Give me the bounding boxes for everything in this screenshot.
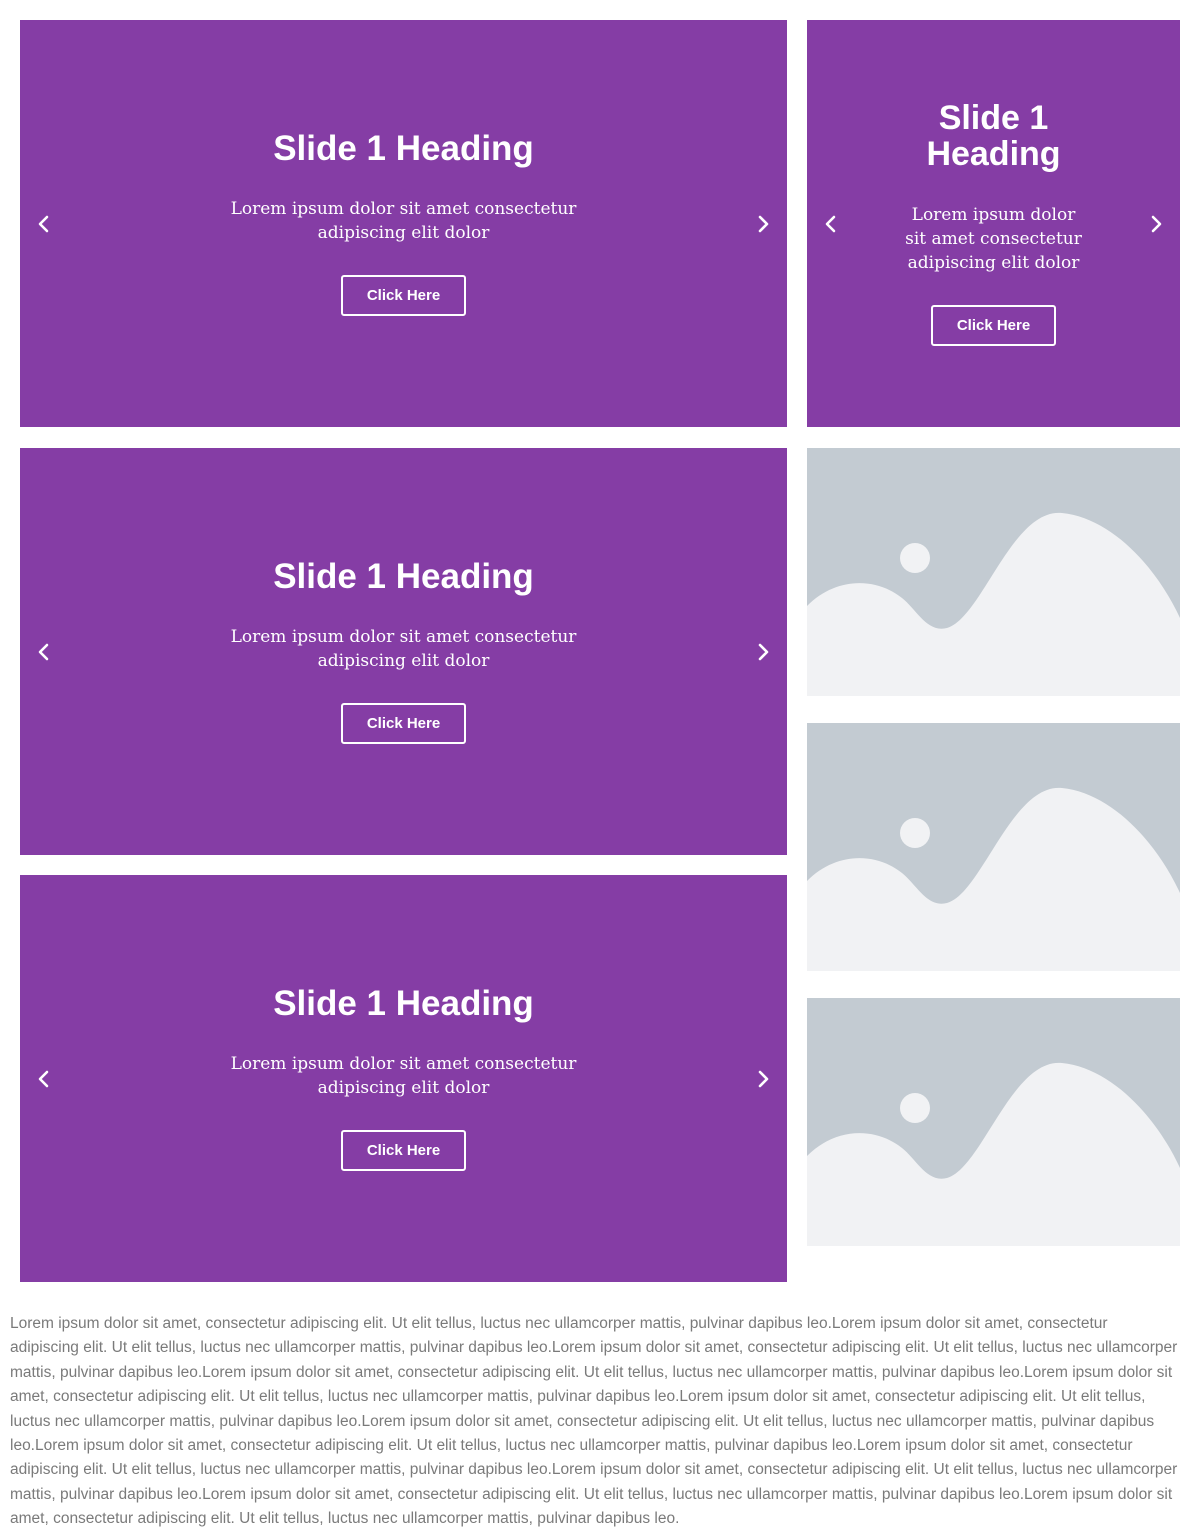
click-here-button[interactable]: Click Here — [340, 275, 467, 317]
slide-content: Slide 1 Heading Lorem ipsum dolor sit am… — [20, 448, 787, 855]
chevron-right-icon[interactable] — [751, 640, 775, 664]
slide-description: Lorem ipsum dolor sit amet consectetur a… — [230, 627, 577, 672]
click-here-button[interactable]: Click Here — [340, 1130, 467, 1172]
image-placeholder-icon — [807, 998, 1180, 1246]
slide-content: Slide 1 Heading Lorem ipsum dolor sit am… — [20, 20, 787, 427]
chevron-right-icon[interactable] — [751, 212, 775, 236]
slide-description: Lorem ipsum dolor sit amet consectetur a… — [230, 199, 577, 244]
slide-content: Slide 1 Heading Lorem ipsum dolor sit am… — [807, 20, 1180, 427]
body-paragraph: Lorem ipsum dolor sit amet, consectetur … — [10, 1315, 1178, 1528]
slide-description: Lorem ipsum dolor sit amet consectetur a… — [905, 204, 1082, 273]
chevron-left-icon[interactable] — [32, 1067, 56, 1091]
slide-heading: Slide 1 Heading — [273, 556, 534, 596]
click-here-button[interactable]: Click Here — [340, 703, 467, 745]
slide-heading: Slide 1 Heading — [273, 983, 534, 1023]
chevron-left-icon[interactable] — [32, 640, 56, 664]
slide-heading: Slide 1 Heading — [926, 99, 1061, 173]
slide-description: Lorem ipsum dolor sit amet consectetur a… — [230, 1054, 577, 1099]
chevron-left-icon[interactable] — [819, 212, 843, 236]
slide-content: Slide 1 Heading Lorem ipsum dolor sit am… — [20, 875, 787, 1282]
image-placeholder-icon — [807, 723, 1180, 971]
slider-3: Slide 1 Heading Lorem ipsum dolor sit am… — [20, 448, 787, 855]
chevron-left-icon[interactable] — [32, 212, 56, 236]
chevron-right-icon[interactable] — [751, 1067, 775, 1091]
slider-2: Slide 1 Heading Lorem ipsum dolor sit am… — [807, 20, 1180, 427]
chevron-right-icon[interactable] — [1144, 212, 1168, 236]
slider-4: Slide 1 Heading Lorem ipsum dolor sit am… — [20, 875, 787, 1282]
slider-1: Slide 1 Heading Lorem ipsum dolor sit am… — [20, 20, 787, 427]
image-placeholder-icon — [807, 448, 1180, 696]
slide-heading: Slide 1 Heading — [273, 128, 534, 168]
click-here-button[interactable]: Click Here — [930, 304, 1057, 346]
